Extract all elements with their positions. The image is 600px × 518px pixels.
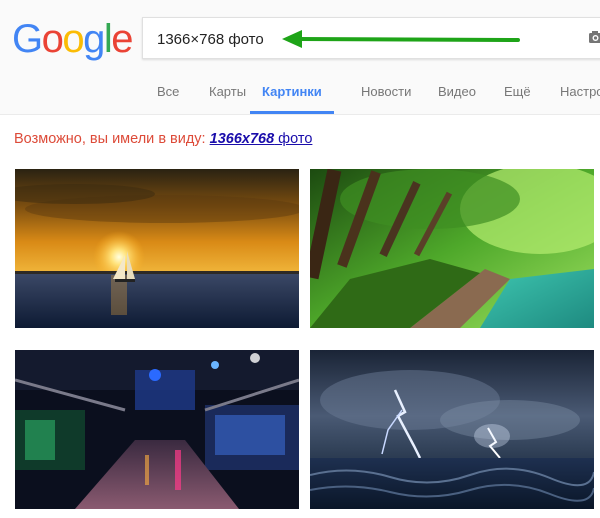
image-result-sunset-sailboat[interactable] — [15, 169, 299, 328]
tab-more[interactable]: Ещё — [504, 72, 531, 112]
image-result-lightning-storm[interactable] — [310, 350, 594, 509]
page: G o o g l e Все Карты Картинки Новости В… — [0, 0, 600, 518]
did-you-mean-prefix: Возможно, вы имели в виду: — [14, 131, 210, 147]
aquarium-hall-image — [15, 350, 299, 509]
logo-letter: l — [103, 17, 113, 61]
image-result-forest-river[interactable] — [310, 169, 594, 328]
header: G o o g l e Все Карты Картинки Новости В… — [0, 0, 600, 115]
tab-settings[interactable]: Настройки — [560, 72, 600, 112]
sunset-sailboat-image — [15, 169, 299, 328]
search-tabs: Все Карты Картинки Новости Видео Ещё Нас… — [0, 72, 600, 114]
forest-river-image — [310, 169, 594, 328]
logo-letter: G — [12, 17, 43, 61]
lightning-storm-image — [310, 350, 594, 509]
google-logo[interactable]: G o o g l e — [12, 17, 133, 61]
tab-all[interactable]: Все — [157, 72, 179, 112]
camera-icon[interactable] — [588, 29, 600, 45]
green-arrow-icon — [282, 30, 520, 48]
logo-letter: o — [41, 17, 64, 61]
tab-maps[interactable]: Карты — [209, 72, 246, 112]
logo-letter: g — [83, 17, 105, 61]
image-result-aquarium-hall[interactable] — [15, 350, 299, 509]
did-you-mean-bold: 1366x768 — [209, 131, 275, 147]
logo-letter: o — [62, 17, 84, 61]
did-you-mean-link[interactable]: 1366x768 фото — [210, 131, 313, 147]
did-you-mean: Возможно, вы имели в виду: 1366x768 фото — [14, 131, 312, 147]
logo-letter: e — [111, 17, 133, 61]
tab-video[interactable]: Видео — [438, 72, 476, 112]
did-you-mean-rest: фото — [274, 131, 313, 147]
tab-images[interactable]: Картинки — [250, 72, 334, 114]
tab-news[interactable]: Новости — [361, 72, 411, 112]
